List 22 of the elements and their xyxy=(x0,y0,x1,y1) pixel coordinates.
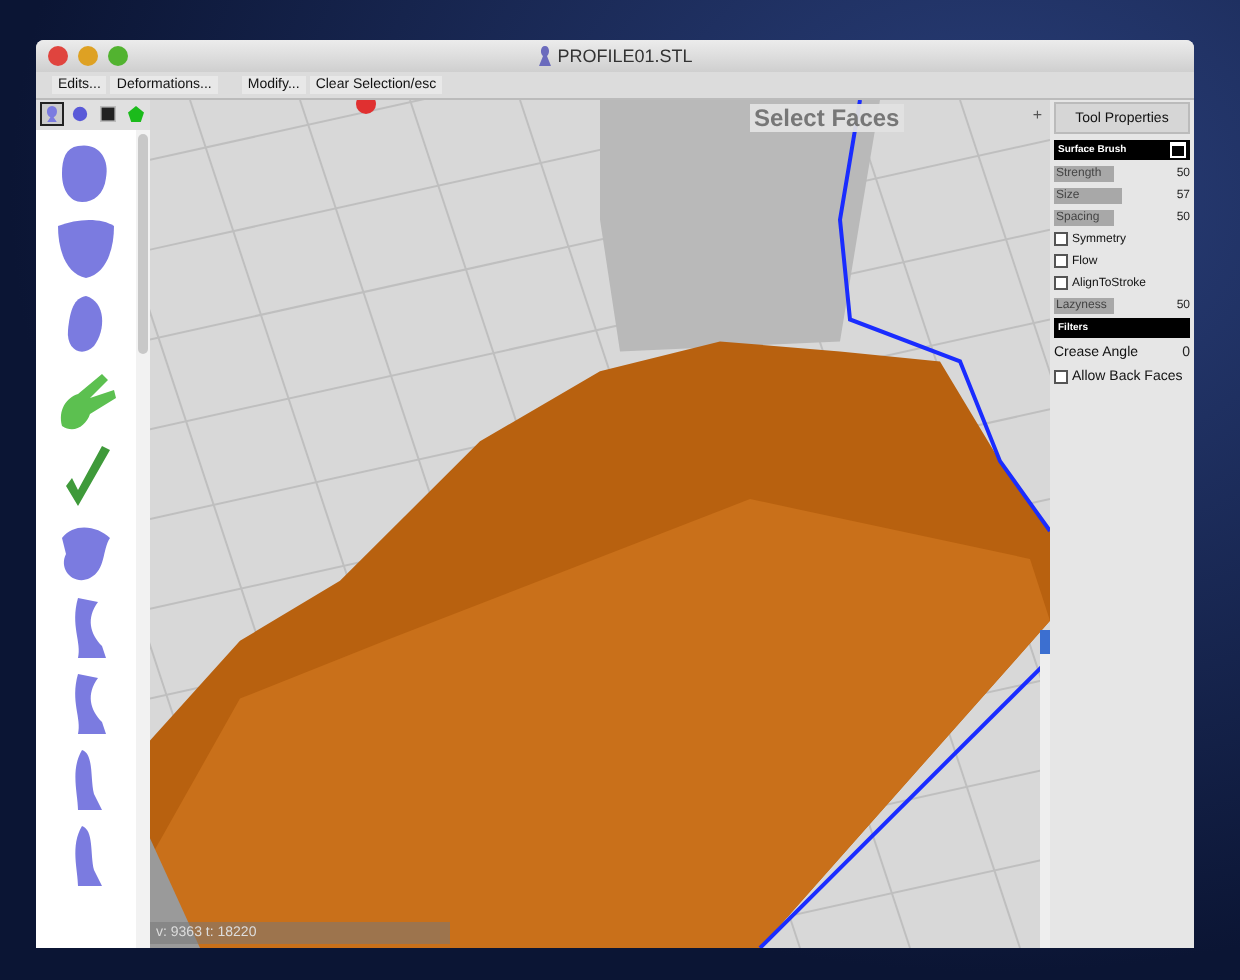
sphere-tab[interactable] xyxy=(68,102,92,126)
pentagon-icon xyxy=(128,104,144,124)
mode-label: Select Faces xyxy=(750,104,904,132)
head-tab[interactable] xyxy=(40,102,64,126)
checkbox[interactable] xyxy=(1054,276,1068,290)
scrollbar-thumb[interactable] xyxy=(1040,630,1050,654)
minimize-button[interactable] xyxy=(78,46,98,66)
close-button[interactable] xyxy=(48,46,68,66)
checkbox[interactable] xyxy=(1054,232,1068,246)
square-tab[interactable] xyxy=(96,102,120,126)
square-icon xyxy=(100,104,116,124)
checkbox[interactable] xyxy=(1054,254,1068,268)
checkbox[interactable] xyxy=(1054,369,1068,383)
head-icon xyxy=(44,104,60,124)
window-icon[interactable] xyxy=(1170,142,1186,158)
window-title: PROFILE01.STL xyxy=(557,46,693,66)
expand-button[interactable]: + xyxy=(1032,106,1042,124)
zoom-button[interactable] xyxy=(108,46,128,66)
scrollbar-thumb[interactable] xyxy=(138,134,148,354)
bust-icon xyxy=(537,46,552,66)
sphere-icon xyxy=(72,104,88,124)
3d-model-viewport-drawing[interactable] xyxy=(150,100,1050,948)
